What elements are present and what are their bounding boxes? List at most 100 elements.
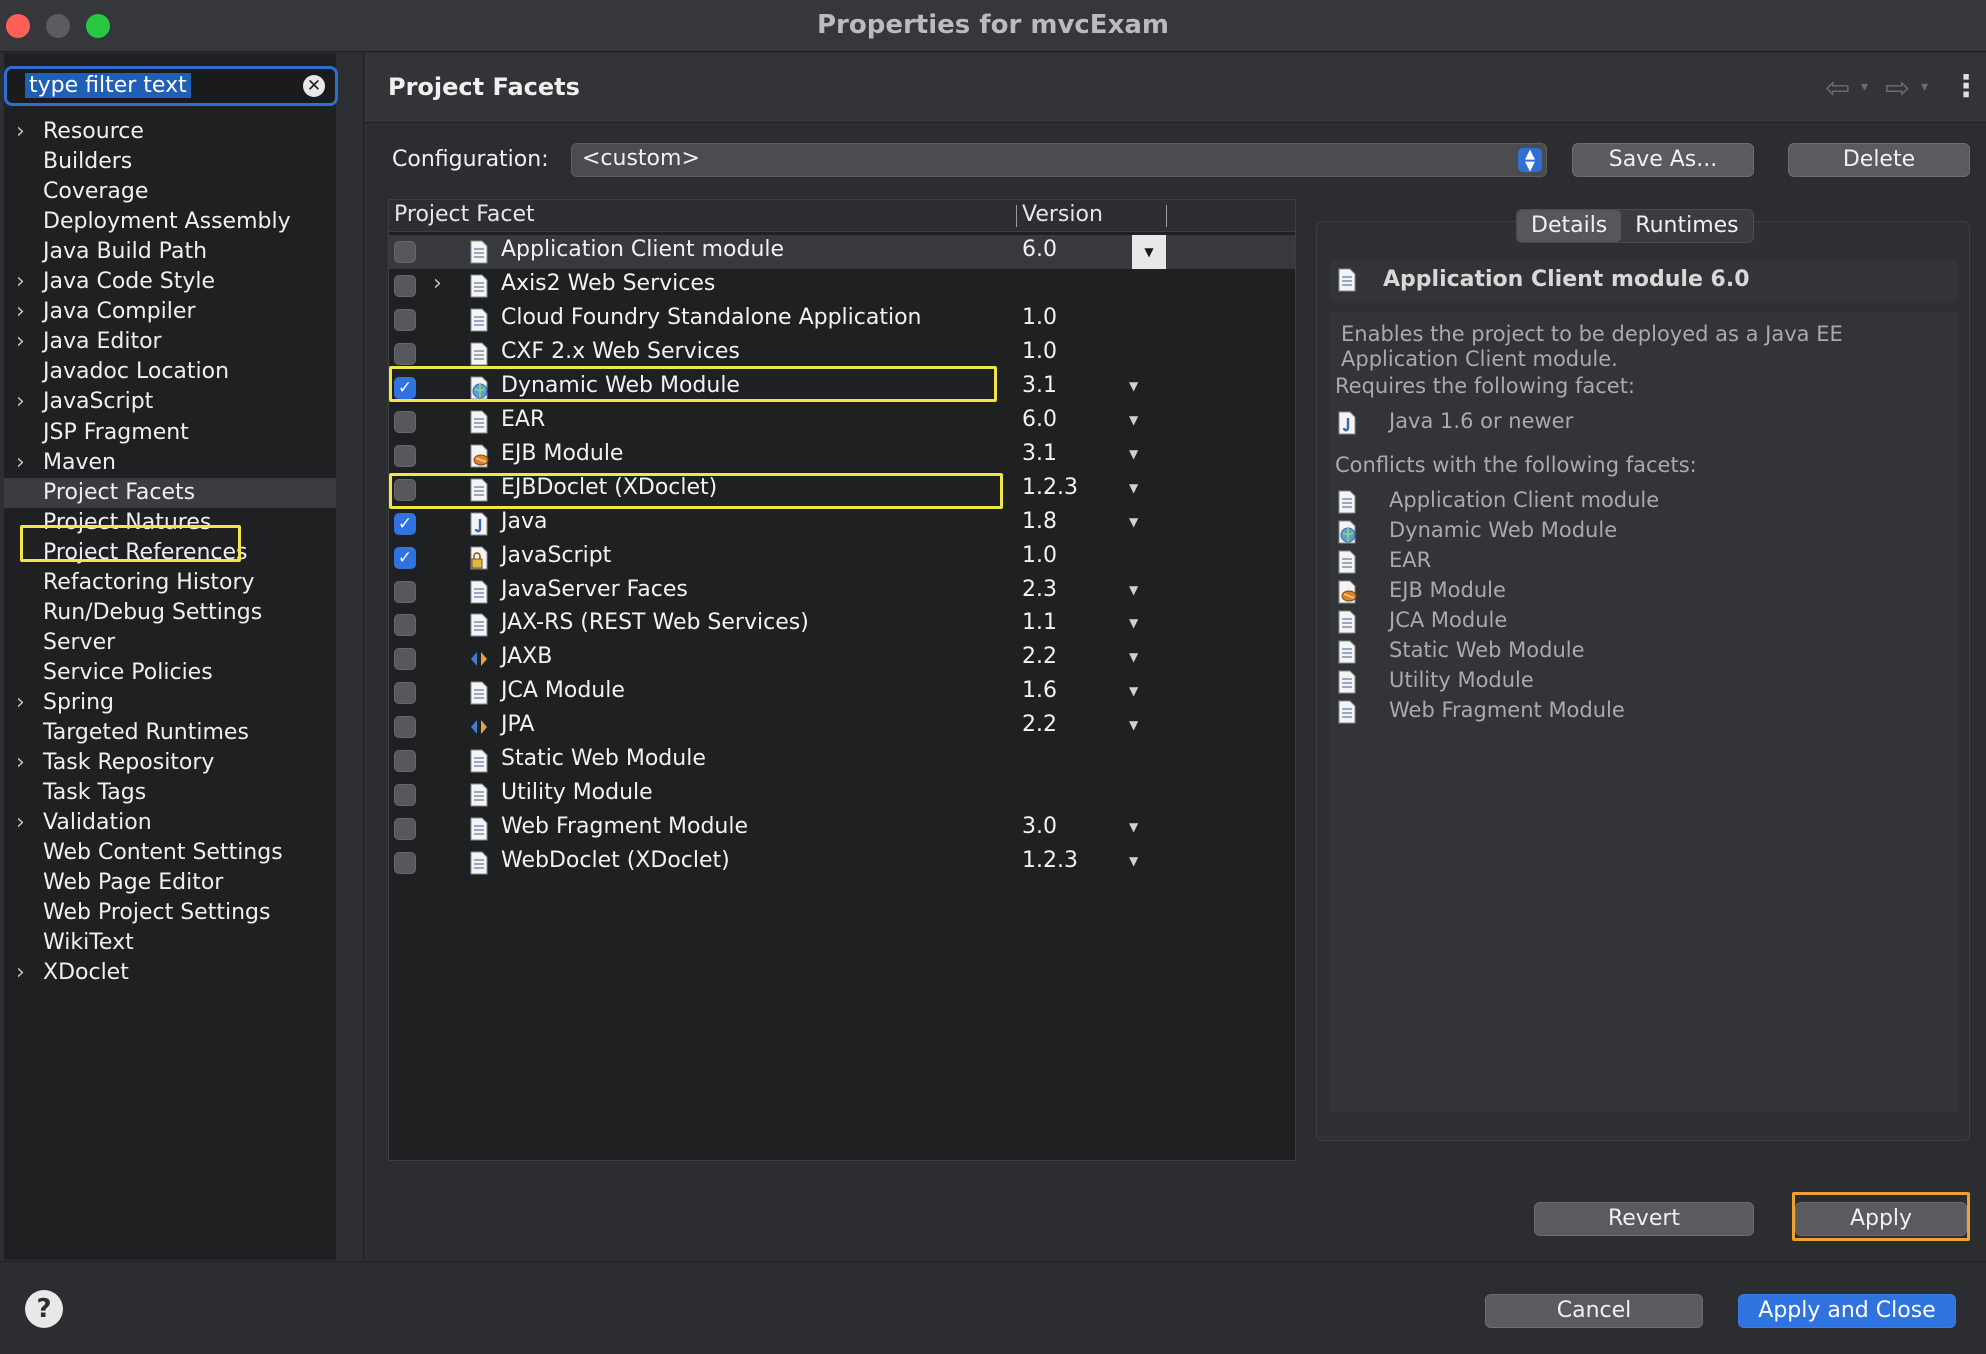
sidebar-item[interactable]: Run/Debug Settings bbox=[4, 598, 336, 628]
filter-input-value[interactable]: type filter text bbox=[25, 73, 191, 98]
chevron-right-icon[interactable]: › bbox=[433, 271, 442, 296]
facet-checkbox[interactable] bbox=[394, 784, 416, 807]
sidebar-item[interactable]: Refactoring History bbox=[4, 568, 336, 598]
facet-checkbox[interactable] bbox=[394, 580, 416, 603]
version-dropdown-icon[interactable]: ▼ bbox=[1129, 820, 1138, 834]
facet-row[interactable]: Web Fragment Module 3.0 ▼ bbox=[389, 812, 1295, 846]
chevron-right-icon[interactable]: › bbox=[16, 267, 25, 297]
facet-row[interactable]: JavaServer Faces 2.3 ▼ bbox=[389, 575, 1295, 609]
sidebar-item[interactable]: Coverage bbox=[4, 177, 336, 207]
forward-arrow-icon[interactable]: ⇨ bbox=[1885, 71, 1910, 106]
sidebar-item[interactable]: JSP Fragment bbox=[4, 418, 336, 448]
facet-checkbox[interactable]: ✓ bbox=[394, 512, 416, 535]
sidebar-item[interactable]: WikiText bbox=[4, 928, 336, 958]
chevron-right-icon[interactable]: › bbox=[16, 448, 25, 478]
facet-checkbox[interactable] bbox=[394, 716, 416, 739]
chevron-right-icon[interactable]: › bbox=[16, 808, 25, 838]
chevron-right-icon[interactable]: › bbox=[16, 327, 25, 357]
column-header-version[interactable]: Version bbox=[1022, 202, 1103, 227]
column-header-project-facet[interactable]: Project Facet bbox=[394, 202, 535, 227]
sidebar-item[interactable]: Service Policies bbox=[4, 658, 336, 688]
facet-checkbox[interactable] bbox=[394, 818, 416, 841]
facet-row[interactable]: Utility Module bbox=[389, 778, 1295, 812]
facet-row[interactable]: JAX-RS (REST Web Services) 1.1 ▼ bbox=[389, 608, 1295, 642]
save-as-button[interactable]: Save As... bbox=[1572, 143, 1754, 177]
facet-checkbox[interactable]: ✓ bbox=[394, 546, 416, 569]
facet-row[interactable]: WebDoclet (XDoclet) 1.2.3 ▼ bbox=[389, 846, 1295, 880]
sidebar-item[interactable]: Task Tags bbox=[4, 778, 336, 808]
facet-checkbox[interactable] bbox=[394, 614, 416, 637]
facet-checkbox[interactable] bbox=[394, 682, 416, 705]
sidebar-item[interactable]: Deployment Assembly bbox=[4, 207, 336, 237]
back-dropdown-icon[interactable]: ▾ bbox=[1861, 79, 1868, 95]
sidebar-item[interactable]: Java Build Path bbox=[4, 237, 336, 267]
facet-checkbox[interactable] bbox=[394, 274, 416, 297]
facet-checkbox[interactable] bbox=[394, 410, 416, 433]
filter-input[interactable]: type filter text ✕ bbox=[4, 66, 338, 106]
facet-row[interactable]: ✓ JavaScript 1.0 bbox=[389, 541, 1295, 575]
version-dropdown-icon[interactable]: ▼ bbox=[1129, 650, 1138, 664]
revert-button[interactable]: Revert bbox=[1534, 1202, 1754, 1236]
facet-checkbox[interactable] bbox=[394, 308, 416, 331]
sidebar-item[interactable]: Javadoc Location bbox=[4, 357, 336, 387]
cancel-button[interactable]: Cancel bbox=[1485, 1294, 1703, 1328]
version-dropdown-icon[interactable]: ▼ bbox=[1129, 684, 1138, 698]
sidebar-item[interactable]: Web Content Settings bbox=[4, 838, 336, 868]
sidebar-item[interactable]: Server bbox=[4, 628, 336, 658]
chevron-right-icon[interactable]: › bbox=[16, 688, 25, 718]
sidebar-item[interactable]: › Java Editor bbox=[4, 327, 336, 357]
facet-row[interactable]: Cloud Foundry Standalone Application 1.0 bbox=[389, 303, 1295, 337]
clear-filter-icon[interactable]: ✕ bbox=[303, 75, 325, 97]
chevron-right-icon[interactable]: › bbox=[16, 117, 25, 147]
facet-checkbox[interactable] bbox=[394, 241, 416, 263]
back-arrow-icon[interactable]: ⇦ bbox=[1825, 71, 1850, 106]
facet-row[interactable]: ✓ Java 1.8 ▼ bbox=[389, 507, 1295, 541]
facet-row[interactable]: JCA Module 1.6 ▼ bbox=[389, 676, 1295, 710]
sidebar-item[interactable]: › Java Code Style bbox=[4, 267, 336, 297]
chevron-right-icon[interactable]: › bbox=[16, 748, 25, 778]
facet-row[interactable]: › Axis2 Web Services bbox=[389, 269, 1295, 303]
facet-row[interactable]: EJB Module 3.1 ▼ bbox=[389, 439, 1295, 473]
chevron-right-icon[interactable]: › bbox=[16, 387, 25, 417]
view-menu-icon[interactable]: ⋮ bbox=[1951, 69, 1981, 104]
facet-row[interactable]: Application Client module 6.0 ▼ bbox=[389, 235, 1295, 269]
sidebar-item[interactable]: › Maven bbox=[4, 448, 336, 478]
version-dropdown-icon[interactable]: ▼ bbox=[1132, 235, 1166, 269]
version-dropdown-icon[interactable]: ▼ bbox=[1129, 854, 1138, 868]
help-icon[interactable]: ? bbox=[25, 1290, 63, 1328]
tab-details[interactable]: Details bbox=[1517, 210, 1622, 242]
facet-row[interactable]: JPA 2.2 ▼ bbox=[389, 710, 1295, 744]
sidebar-item[interactable]: Project Facets bbox=[4, 477, 336, 508]
sidebar-item[interactable]: › Java Compiler bbox=[4, 297, 336, 327]
version-dropdown-icon[interactable]: ▼ bbox=[1129, 515, 1138, 529]
facet-checkbox[interactable] bbox=[394, 852, 416, 875]
version-dropdown-icon[interactable]: ▼ bbox=[1129, 616, 1138, 630]
chevron-right-icon[interactable]: › bbox=[16, 958, 25, 988]
sidebar-item[interactable]: › JavaScript bbox=[4, 387, 336, 417]
facet-row[interactable]: Static Web Module bbox=[389, 744, 1295, 778]
sidebar-item[interactable]: Targeted Runtimes bbox=[4, 718, 336, 748]
version-dropdown-icon[interactable]: ▼ bbox=[1129, 481, 1138, 495]
delete-button[interactable]: Delete bbox=[1788, 143, 1970, 177]
facet-checkbox[interactable] bbox=[394, 648, 416, 671]
chevron-right-icon[interactable]: › bbox=[16, 297, 25, 327]
sidebar-item[interactable]: Web Project Settings bbox=[4, 898, 336, 928]
version-dropdown-icon[interactable]: ▼ bbox=[1129, 583, 1138, 597]
sidebar-item[interactable]: › Spring bbox=[4, 688, 336, 718]
version-dropdown-icon[interactable]: ▼ bbox=[1129, 413, 1138, 427]
facet-row[interactable]: JAXB 2.2 ▼ bbox=[389, 642, 1295, 676]
sidebar-item[interactable]: Builders bbox=[4, 147, 336, 177]
facet-checkbox[interactable] bbox=[394, 444, 416, 467]
facet-checkbox[interactable] bbox=[394, 750, 416, 773]
sidebar-item[interactable]: Web Page Editor bbox=[4, 868, 336, 898]
version-dropdown-icon[interactable]: ▼ bbox=[1129, 718, 1138, 732]
sidebar-item[interactable]: › XDoclet bbox=[4, 958, 336, 988]
facet-row[interactable]: EAR 6.0 ▼ bbox=[389, 405, 1295, 439]
sidebar-item[interactable]: › Resource bbox=[4, 117, 336, 147]
facet-checkbox[interactable] bbox=[394, 342, 416, 365]
forward-dropdown-icon[interactable]: ▾ bbox=[1921, 79, 1928, 95]
apply-and-close-button[interactable]: Apply and Close bbox=[1738, 1294, 1956, 1328]
version-dropdown-icon[interactable]: ▼ bbox=[1129, 447, 1138, 461]
sidebar-item[interactable]: › Validation bbox=[4, 808, 336, 838]
tab-runtimes[interactable]: Runtimes bbox=[1621, 210, 1752, 242]
